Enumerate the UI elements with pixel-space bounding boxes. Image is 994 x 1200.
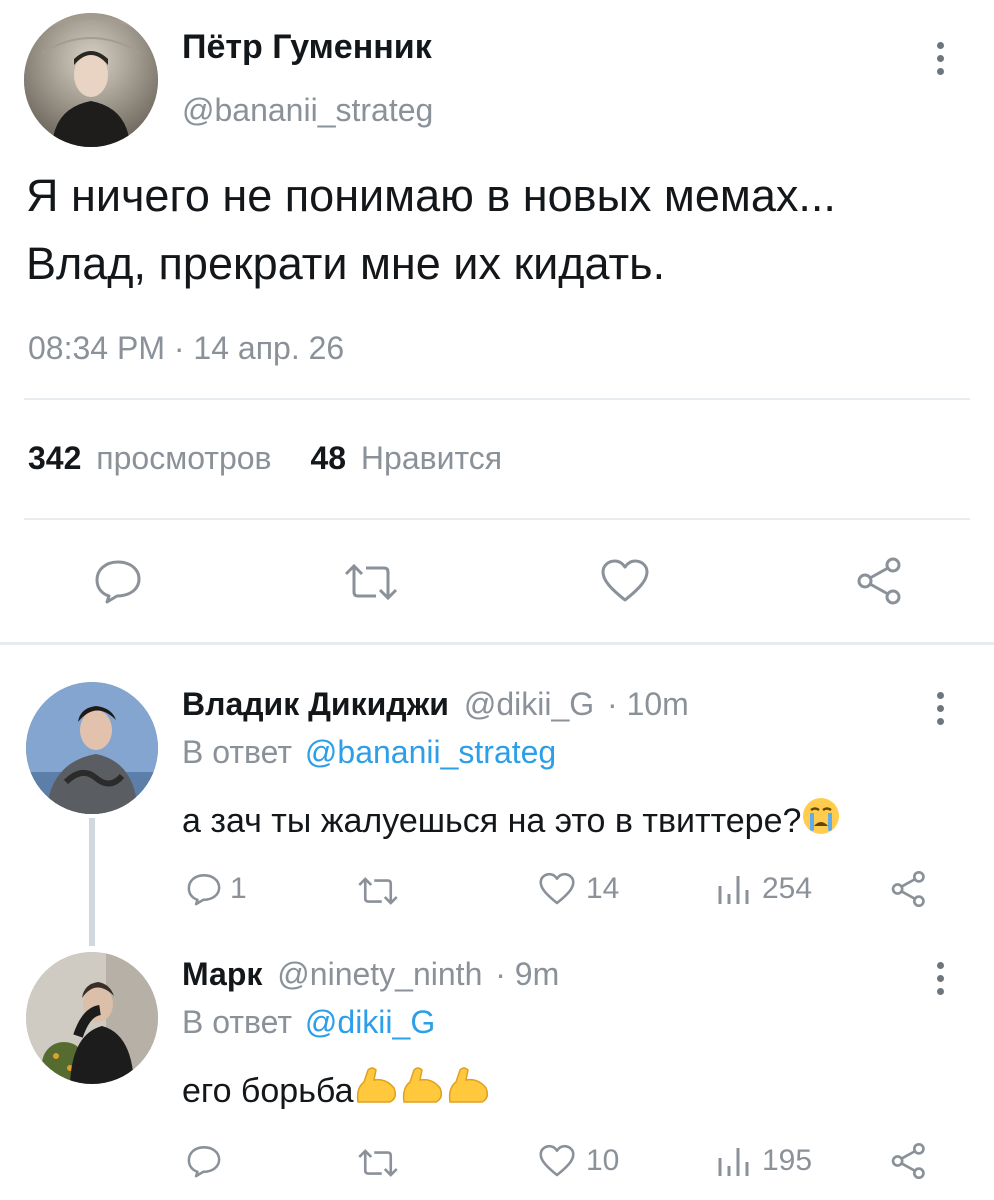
reply-text: а зач ты жалуешься на это в твиттере? bbox=[182, 796, 841, 845]
views-count: 254 bbox=[762, 872, 813, 905]
reply-to-link[interactable]: @bananii_strateg bbox=[305, 734, 556, 770]
likes-count[interactable]: 48 bbox=[310, 440, 346, 476]
analytics-icon bbox=[716, 872, 752, 906]
main-tweet-more-icon[interactable] bbox=[934, 42, 946, 75]
reply-icon[interactable] bbox=[186, 1144, 222, 1178]
like-count: 14 bbox=[586, 872, 620, 905]
reply-icon[interactable] bbox=[93, 558, 143, 604]
reply-timestamp[interactable]: · 9m bbox=[495, 956, 559, 992]
retweet-icon[interactable] bbox=[342, 562, 400, 602]
main-tweet-stats: 342 просмотров 48 Нравится bbox=[28, 440, 502, 477]
like-icon bbox=[538, 872, 576, 906]
main-author-avatar[interactable] bbox=[24, 13, 158, 147]
likes-label[interactable]: Нравится bbox=[361, 440, 502, 476]
reply-count: 1 bbox=[230, 872, 247, 905]
reply-to-prefix: В ответ bbox=[182, 734, 293, 770]
share-icon[interactable] bbox=[855, 556, 905, 606]
share-icon[interactable] bbox=[890, 1142, 928, 1180]
reply-author-handle[interactable]: @dikii_G bbox=[464, 686, 594, 722]
reply-to-line: В ответ @dikii_G bbox=[182, 1004, 435, 1041]
views-label: просмотров bbox=[96, 440, 272, 476]
analytics-icon bbox=[716, 1144, 752, 1178]
reply-to-line: В ответ @bananii_strateg bbox=[182, 734, 556, 771]
like-button[interactable]: 14 bbox=[538, 872, 619, 906]
share-icon[interactable] bbox=[890, 870, 928, 908]
main-tweet-text-line2: Влад, прекрати мне их кидать. bbox=[26, 238, 666, 289]
like-icon[interactable] bbox=[600, 558, 650, 604]
reply-author-avatar[interactable] bbox=[26, 952, 158, 1084]
reply-header: Владик Дикиджи @dikii_G · 10m bbox=[182, 686, 689, 723]
reply-more-icon[interactable] bbox=[934, 692, 946, 725]
reply-author-name[interactable]: Марк bbox=[182, 956, 262, 992]
reply-to-prefix: В ответ bbox=[182, 1004, 293, 1040]
views-button[interactable]: 195 bbox=[716, 1144, 812, 1178]
thread-connector bbox=[89, 818, 95, 946]
reply-text-content: его борьба bbox=[182, 1072, 354, 1110]
reply-header: Марк @ninety_ninth · 9m bbox=[182, 956, 559, 993]
main-author-handle[interactable]: @bananii_strateg bbox=[182, 92, 433, 129]
divider bbox=[24, 518, 970, 520]
reply-author-avatar[interactable] bbox=[26, 682, 158, 814]
main-tweet-text-line1: Я ничего не понимаю в новых мемах... bbox=[26, 170, 836, 221]
reply-to-link[interactable]: @dikii_G bbox=[305, 1004, 435, 1040]
reply-text-content: а зач ты жалуешься на это в твиттере? bbox=[182, 802, 802, 840]
reply-text: его борьба bbox=[182, 1064, 492, 1115]
divider bbox=[0, 642, 994, 645]
like-icon bbox=[538, 1144, 576, 1178]
retweet-icon[interactable] bbox=[356, 876, 400, 906]
like-button[interactable]: 10 bbox=[538, 1144, 619, 1178]
crying-face-icon bbox=[801, 796, 841, 845]
divider bbox=[24, 398, 970, 400]
views-count: 342 bbox=[28, 440, 82, 476]
flexed-biceps-icon bbox=[354, 1064, 492, 1115]
reply-more-icon[interactable] bbox=[934, 962, 946, 995]
main-tweet-timestamp[interactable]: 08:34 PM · 14 апр. 26 bbox=[28, 330, 344, 367]
reply-author-name[interactable]: Владик Дикиджи bbox=[182, 686, 449, 722]
views-count: 195 bbox=[762, 1144, 813, 1177]
reply-button[interactable]: 1 bbox=[186, 872, 247, 906]
main-author-name[interactable]: Пётр Гуменник bbox=[182, 28, 432, 67]
reply-icon bbox=[186, 872, 222, 906]
views-button[interactable]: 254 bbox=[716, 872, 812, 906]
retweet-icon[interactable] bbox=[356, 1148, 400, 1178]
like-count: 10 bbox=[586, 1144, 620, 1177]
reply-timestamp[interactable]: · 10m bbox=[607, 686, 689, 722]
reply-author-handle[interactable]: @ninety_ninth bbox=[277, 956, 482, 992]
